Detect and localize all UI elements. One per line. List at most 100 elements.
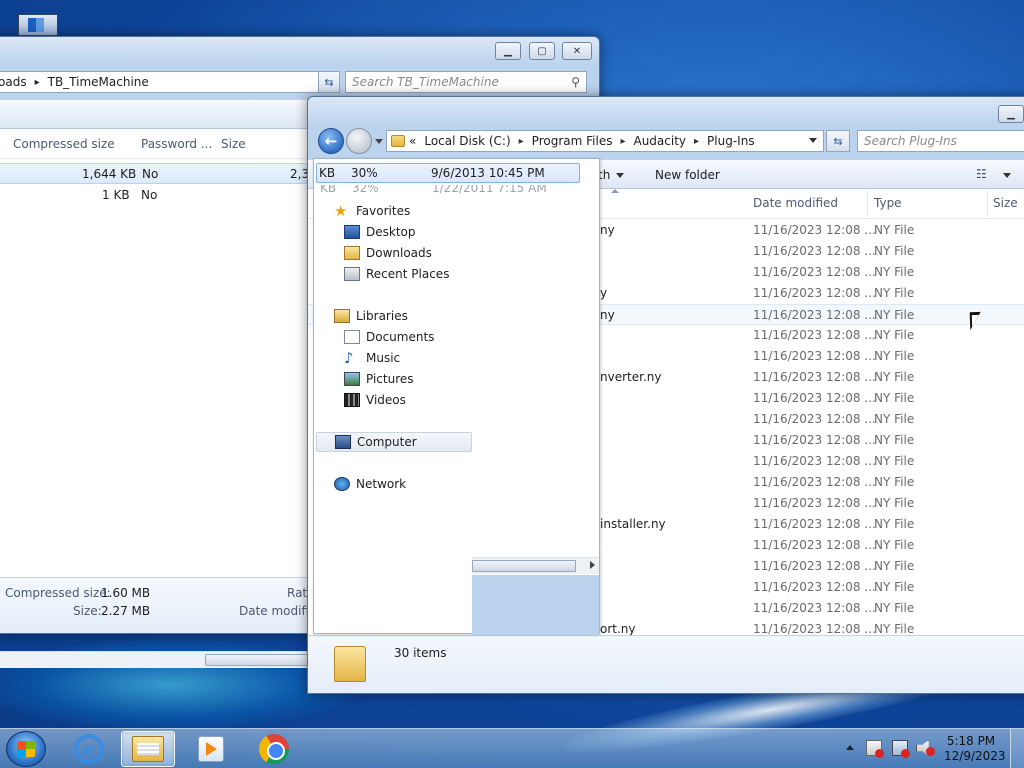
file-type: NY File — [874, 412, 915, 426]
libraries-icon — [334, 309, 350, 323]
share-with-button[interactable]: th — [598, 168, 625, 182]
volume-muted-badge — [926, 747, 935, 756]
file-date-modified: 11/16/2023 12:08 ... — [753, 308, 876, 322]
file-type: NY File — [874, 308, 915, 322]
horizontal-scrollbar[interactable] — [472, 557, 599, 574]
back-button[interactable]: ← — [318, 128, 344, 154]
close-button[interactable]: ✕ — [562, 42, 592, 60]
forward-button[interactable] — [346, 128, 372, 154]
breadcrumb-audacity[interactable]: Audacity — [633, 134, 686, 148]
breadcrumb-separator[interactable]: ▸ — [620, 136, 625, 147]
sort-ascending-icon — [611, 189, 619, 193]
network-status-icon[interactable] — [892, 740, 910, 758]
timemachine-titlebar[interactable]: ▁ ▢ ✕ — [0, 37, 599, 65]
table-row[interactable]: KB 30% 9/6/2013 10:45 PM — [316, 163, 580, 183]
taskbar-media-player[interactable] — [184, 731, 238, 767]
address-dropdown-icon[interactable] — [809, 138, 817, 143]
start-button[interactable] — [6, 731, 46, 767]
breadcrumb-local-disk[interactable]: Local Disk (C:) — [424, 134, 510, 148]
clock-time: 5:18 PM — [946, 734, 996, 748]
nav-item-computer[interactable]: Computer — [316, 432, 472, 452]
file-date-modified: 11/16/2023 12:08 ... — [753, 538, 876, 552]
nav-label: Pictures — [366, 372, 414, 386]
breadcrumb-separator[interactable]: ▸ — [694, 136, 699, 147]
nav-label: Music — [366, 351, 401, 365]
file-date-modified: 11/16/2023 12:08 ... — [753, 475, 876, 489]
scrollbar-thumb[interactable] — [205, 654, 315, 666]
nav-label: Videos — [366, 393, 406, 407]
views-icon[interactable]: ☷ — [976, 167, 987, 181]
system-clock[interactable]: 5:18 PM 12/9/2023 — [944, 734, 1006, 764]
maximize-button[interactable]: ▢ — [529, 42, 555, 60]
column-size[interactable]: Size — [993, 196, 1018, 210]
cell-compressed: 1 KB — [102, 188, 130, 202]
new-folder-button[interactable]: New folder — [655, 168, 720, 182]
minimize-button[interactable]: ▁ — [998, 105, 1024, 123]
cell-date: 9/6/2013 10:45 PM — [431, 166, 545, 180]
search-input[interactable]: Search TB_TimeMachine ⚲ — [345, 71, 587, 93]
breadcrumb-downloads[interactable]: oads — [0, 75, 27, 89]
nav-item-recent-places[interactable]: Recent Places — [344, 264, 449, 284]
file-type: NY File — [874, 244, 915, 258]
nav-item-documents[interactable]: Documents — [344, 327, 434, 347]
computer-icon — [335, 435, 351, 449]
nav-item-network[interactable]: Network — [334, 474, 406, 494]
search-input[interactable]: Search Plug-Ins — [857, 130, 1024, 152]
file-date-modified: 11/16/2023 12:08 ... — [753, 433, 876, 447]
file-type: NY File — [874, 391, 915, 405]
nav-item-libraries[interactable]: Libraries — [334, 306, 408, 326]
show-desktop-button[interactable] — [1010, 729, 1024, 768]
taskbar-windows-explorer[interactable] — [121, 731, 175, 767]
action-center-flag-icon[interactable] — [866, 740, 884, 758]
minimize-button[interactable]: ▁ — [495, 42, 521, 60]
nav-label: Recent Places — [366, 267, 450, 281]
file-type: NY File — [874, 517, 915, 531]
desktop-icon — [344, 225, 360, 239]
nav-item-videos[interactable]: Videos — [344, 390, 406, 410]
file-date-modified: 11/16/2023 12:08 ... — [753, 349, 876, 363]
nav-item-favorites[interactable]: ★ Favorites — [334, 201, 410, 221]
file-date-modified: 11/16/2023 12:08 ... — [753, 391, 876, 405]
address-bar[interactable]: « Local Disk (C:) ▸ Program Files ▸ Auda… — [386, 130, 824, 152]
recent-pages-dropdown-icon[interactable] — [375, 139, 383, 144]
nav-item-pictures[interactable]: Pictures — [344, 369, 414, 389]
show-hidden-icons-icon[interactable] — [846, 745, 854, 750]
file-type: NY File — [874, 559, 915, 573]
size-value: 2.27 MB — [101, 604, 151, 618]
scrollbar-thumb[interactable] — [472, 560, 576, 572]
file-type: NY File — [874, 328, 915, 342]
plugins-titlebar[interactable]: ▁ — [308, 97, 1024, 125]
table-row[interactable]: KB 32% 1/22/2011 7:15 AM — [316, 185, 580, 199]
column-type[interactable]: Type — [874, 196, 902, 210]
column-password[interactable]: Password ... — [141, 137, 212, 151]
refresh-icon[interactable]: ⇆ — [826, 130, 850, 152]
nav-item-downloads[interactable]: Downloads — [344, 243, 432, 263]
file-name: ny — [600, 308, 615, 322]
date-modified-label: Date modifie — [239, 604, 317, 618]
taskbar-internet-explorer[interactable]: e — [62, 731, 116, 767]
desktop-computer-icon[interactable] — [14, 6, 62, 36]
scroll-right-icon[interactable] — [590, 561, 595, 569]
nav-label: Favorites — [356, 204, 411, 218]
internet-explorer-icon: e — [74, 734, 104, 764]
column-compressed-size[interactable]: Compressed size — [13, 137, 115, 151]
refresh-icon[interactable]: ⇆ — [318, 71, 340, 93]
address-bar[interactable]: oads ▸ TB_TimeMachine — [0, 71, 333, 93]
nav-item-desktop[interactable]: Desktop — [344, 222, 416, 242]
breadcrumb-timemachine[interactable]: TB_TimeMachine — [48, 75, 149, 89]
breadcrumb-program-files[interactable]: Program Files — [532, 134, 613, 148]
file-name: nverter.ny — [600, 370, 662, 384]
taskbar-chrome[interactable] — [247, 731, 301, 767]
column-divider[interactable] — [987, 191, 988, 217]
mouse-cursor-icon — [969, 311, 982, 331]
column-size[interactable]: Size — [221, 137, 246, 151]
column-date-modified[interactable]: Date modified — [753, 196, 838, 210]
breadcrumb-overflow[interactable]: « — [409, 134, 416, 148]
file-date-modified: 11/16/2023 12:08 ... — [753, 496, 876, 510]
breadcrumb-plug-ins[interactable]: Plug-Ins — [707, 134, 755, 148]
breadcrumb-separator[interactable]: ▸ — [519, 136, 524, 147]
nav-item-music[interactable]: ♪ Music — [344, 348, 400, 368]
file-date-modified: 11/16/2023 12:08 ... — [753, 370, 876, 384]
views-dropdown-icon[interactable] — [1003, 173, 1011, 178]
column-divider[interactable] — [867, 191, 868, 217]
